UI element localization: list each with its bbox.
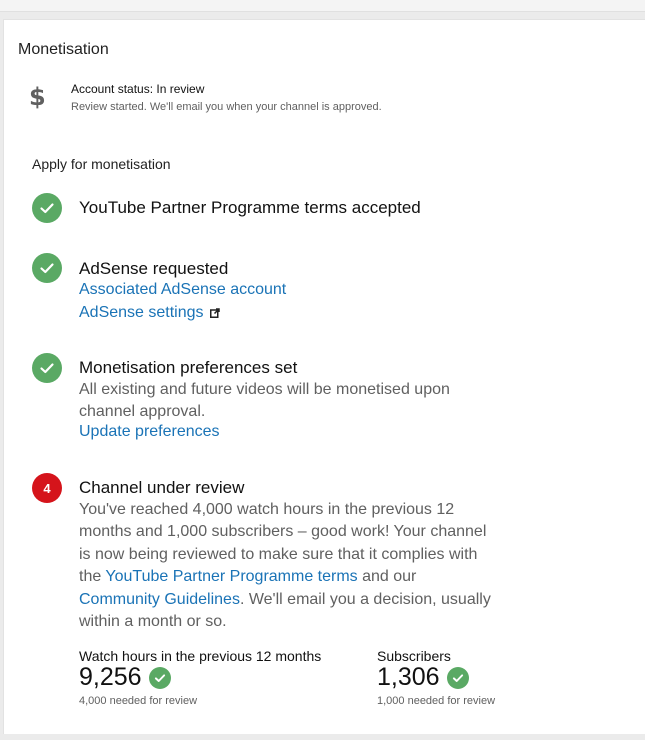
card-title: Monetisation — [18, 41, 109, 58]
watch-hours-value: 9,256 — [79, 663, 171, 692]
desc-text: . We'll email you a decision, usually — [239, 591, 491, 608]
dollar-icon: $ — [29, 83, 46, 111]
subscribers-note: 1,000 needed for review — [377, 695, 496, 707]
watch-hours-number: 9,256 — [79, 663, 142, 691]
step-review-desc-line3: is now being reviewed to make sure that … — [79, 546, 478, 563]
adsense-settings-label: AdSense settings — [79, 304, 204, 321]
step-preferences-desc-line1: All existing and future videos will be m… — [79, 381, 450, 398]
step-number-badge: 4 — [32, 473, 62, 503]
subscribers-number: 1,306 — [377, 663, 440, 691]
check-circle-icon — [32, 353, 62, 383]
update-preferences-link[interactable]: Update preferences — [79, 423, 220, 441]
associated-adsense-link[interactable]: Associated AdSense account — [79, 281, 286, 299]
check-circle-icon — [446, 666, 469, 689]
account-status: Account status: In review — [71, 82, 205, 96]
check-circle-icon — [32, 253, 62, 283]
top-bar — [0, 0, 645, 12]
monetisation-card: Monetisation $ Account status: In review… — [3, 19, 645, 734]
adsense-settings-link[interactable]: AdSense settings — [79, 304, 220, 323]
step-terms-title: YouTube Partner Programme terms accepted — [79, 198, 421, 217]
watch-hours-label: Watch hours in the previous 12 months — [79, 648, 322, 664]
desc-text: the — [79, 568, 106, 585]
step-adsense-title: AdSense requested — [79, 259, 229, 278]
step-review-desc-line1: You've reached 4,000 watch hours in the … — [79, 501, 455, 518]
partner-terms-link[interactable]: YouTube Partner Programme terms — [105, 568, 357, 585]
step-review-desc-line6: within a month or so. — [79, 613, 227, 630]
check-circle-icon — [148, 666, 171, 689]
watch-hours-note: 4,000 needed for review — [79, 695, 198, 707]
external-link-icon — [209, 305, 220, 323]
community-guidelines-link[interactable]: Community Guidelines — [79, 591, 240, 608]
step-review-desc-line2: months and 1,000 subscribers – good work… — [79, 523, 487, 540]
step-review-desc-line5: Community Guidelines. We'll email you a … — [79, 589, 491, 612]
step-preferences-desc-line2: channel approval. — [79, 403, 206, 420]
step-review-desc-line4: the YouTube Partner Programme terms and … — [79, 566, 416, 589]
subscribers-label: Subscribers — [377, 648, 451, 664]
account-status-detail: Review started. We'll email you when you… — [71, 101, 382, 113]
apply-heading: Apply for monetisation — [32, 156, 171, 172]
check-circle-icon — [32, 193, 62, 223]
step-review-title: Channel under review — [79, 478, 245, 497]
subscribers-value: 1,306 — [377, 663, 469, 692]
desc-text: and our — [357, 568, 417, 585]
step-preferences-title: Monetisation preferences set — [79, 358, 298, 377]
